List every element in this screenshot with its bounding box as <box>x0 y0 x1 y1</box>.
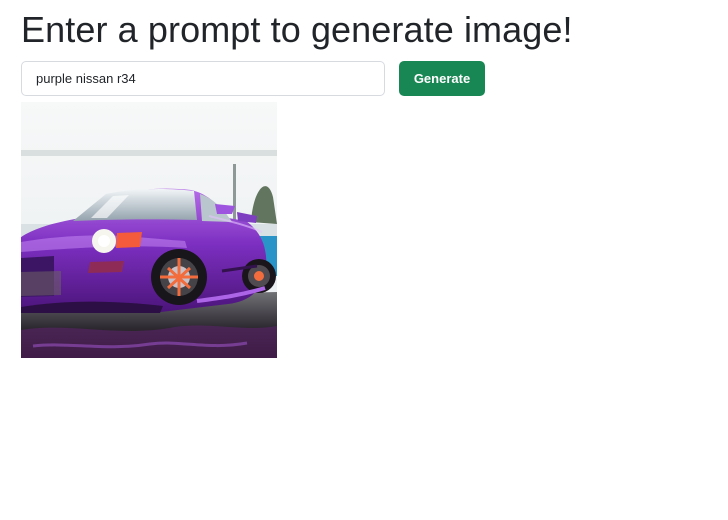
car-image-icon <box>21 102 277 358</box>
generate-button[interactable]: Generate <box>399 61 485 96</box>
generated-image <box>21 102 277 358</box>
page: Enter a prompt to generate image! Genera… <box>21 6 711 358</box>
prompt-input[interactable] <box>21 61 385 96</box>
prompt-form: Generate <box>21 61 485 96</box>
page-title: Enter a prompt to generate image! <box>21 9 573 50</box>
